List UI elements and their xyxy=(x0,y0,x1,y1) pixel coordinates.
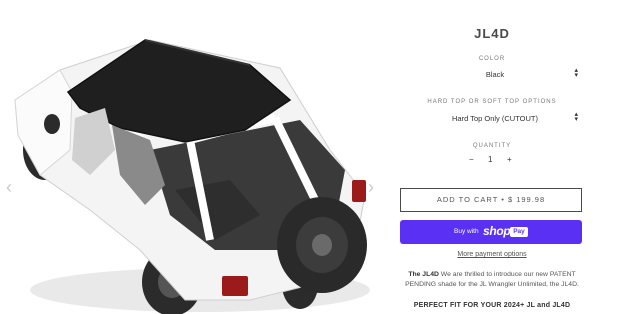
fit-heading: PERFECT FIT FOR YOUR 2024+ JL and JL4D xyxy=(413,302,571,309)
select-chevron-icon: ▴ ▾ xyxy=(574,67,578,79)
color-select[interactable]: Black ▴ ▾ xyxy=(410,67,580,82)
select-chevron-icon: ▴ ▾ xyxy=(574,111,578,123)
product-info-panel: JL4D COLOR Black ▴ ▾ HARD TOP OR SOFT TOP… xyxy=(398,0,586,314)
buy-with-label: Buy with xyxy=(454,228,479,235)
more-payment-options-link[interactable]: More payment options xyxy=(398,251,586,258)
product-image-gallery[interactable]: ‹ › xyxy=(0,0,380,314)
quantity-label: QUANTITY xyxy=(472,143,512,149)
gallery-prev-arrow-icon[interactable]: ‹ xyxy=(2,176,16,198)
product-description: The JL4D We are thrilled to introduce ou… xyxy=(398,270,586,290)
top-option-select-value: Hard Top Only (CUTOUT) xyxy=(452,114,538,123)
quantity-input[interactable]: 1 xyxy=(488,155,492,164)
product-title: JL4D xyxy=(474,26,510,41)
top-option-select[interactable]: Hard Top Only (CUTOUT) ▴ ▾ xyxy=(410,111,580,126)
color-option-label: COLOR xyxy=(478,56,506,62)
quantity-increase-button[interactable]: + xyxy=(507,155,512,164)
pay-badge: Pay xyxy=(510,227,528,237)
shop-logo-text: shop xyxy=(483,224,511,238)
add-to-cart-button[interactable]: ADD TO CART • $ 199.98 xyxy=(400,188,582,212)
quantity-stepper: − 1 + xyxy=(398,155,586,167)
gallery-next-arrow-icon[interactable]: › xyxy=(364,176,378,198)
product-image xyxy=(14,39,370,314)
description-lead: The JL4D xyxy=(408,271,439,278)
quantity-decrease-button[interactable]: − xyxy=(469,155,474,164)
top-option-label: HARD TOP OR SOFT TOP OPTIONS xyxy=(427,99,557,105)
buy-with-shop-pay-button[interactable]: Buy with shop Pay xyxy=(400,220,582,244)
color-select-value: Black xyxy=(485,70,505,79)
